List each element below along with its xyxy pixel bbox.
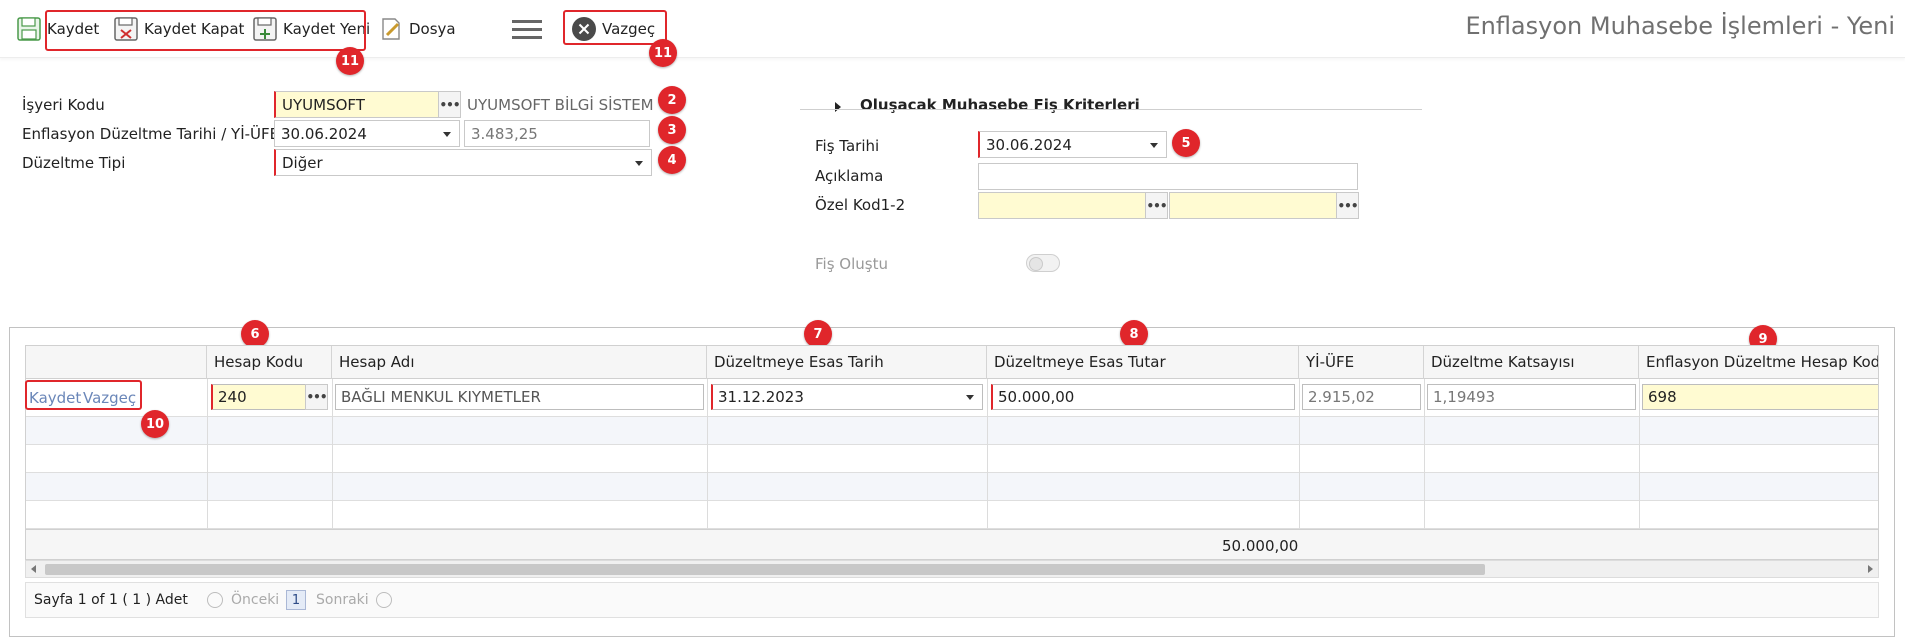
special-code-label: Özel Kod1-2 [815,196,906,214]
account-code-input[interactable]: 240 [211,384,306,410]
col-header-coefficient[interactable]: Düzeltme Katsayısı [1424,346,1639,379]
column-divider [332,379,333,529]
total-amount: 50.000,00 [1222,537,1299,555]
yiufe-input: 3.483,25 [464,120,650,147]
annotation-box-toolbar-save-group [45,10,366,51]
col-header-yiufe[interactable]: Yİ-ÜFE [1299,346,1424,379]
dropdown-arrow-icon [1150,143,1158,148]
correction-type-label: Düzeltme Tipi [22,154,126,172]
column-divider [707,379,708,529]
col-header-account-code[interactable]: Hesap Kodu [207,346,332,379]
scroll-left-icon[interactable] [31,565,36,573]
base-amount-input[interactable]: 50.000,00 [991,384,1295,410]
description-label: Açıklama [815,167,884,185]
dropdown-arrow-icon [443,132,451,137]
annotation-badge: 6 [241,320,269,348]
next-page-button[interactable]: Sonraki [316,592,369,608]
annotation-badge: 10 [141,410,169,438]
voucher-created-toggle[interactable] [1026,254,1060,272]
annotation-box-toolbar-cancel [563,10,667,45]
annotation-badge: 11 [649,39,677,67]
table-row [26,417,1878,445]
page-title: Enflasyon Muhasebe İşlemleri - Yeni [1465,12,1895,40]
table-row [26,501,1878,529]
annotation-badge: 3 [658,116,686,144]
base-date-value: 31.12.2023 [718,388,804,406]
special-code1-input[interactable] [978,192,1146,219]
hamburger-menu-icon[interactable] [512,18,542,40]
employer-code-label: İşyeri Kodu [22,96,105,114]
prev-page-button[interactable]: Önceki [231,592,279,608]
voucher-section-title: Oluşacak Muhasebe Fiş Kriterleri [860,96,1140,114]
correction-date-value: 30.06.2024 [281,125,367,143]
yiufe-cell-input: 2.915,02 [1302,384,1421,410]
file-button[interactable]: Dosya [378,14,456,44]
inflation-account-input[interactable]: 698 [1642,384,1878,410]
annotation-badge: 4 [658,146,686,174]
description-input[interactable] [978,163,1358,190]
voucher-created-label: Fiş Oluştu [815,255,888,273]
pager-info: Sayfa 1 of 1 ( 1 ) Adet [34,592,188,608]
grid-footer: 50.000,00 [26,529,1878,559]
col-header-account-name[interactable]: Hesap Adı [332,346,707,379]
annotation-badge: 7 [804,320,832,348]
page-number-button[interactable]: 1 [286,590,306,610]
scrollbar-thumb[interactable] [45,564,1485,575]
grid-header: Hesap Kodu Hesap Adı Düzeltmeye Esas Tar… [26,346,1878,379]
annotation-badge: 5 [1172,129,1200,157]
section-divider [800,109,1422,110]
next-page-icon[interactable] [376,592,392,608]
table-row [26,473,1878,501]
account-name-input: BAĞLI MENKUL KIYMETLER [335,384,704,410]
account-lookup-button[interactable]: ••• [305,384,328,410]
dropdown-arrow-icon [966,395,974,400]
col-header-actions [26,346,207,379]
col-header-base-amount[interactable]: Düzeltmeye Esas Tutar [987,346,1299,379]
annotation-badge: 2 [658,86,686,114]
correction-type-select[interactable]: Diğer [274,149,652,176]
employer-code-input[interactable]: UYUMSOFT [274,91,440,118]
horizontal-scrollbar[interactable] [25,560,1879,578]
col-header-inflation-account[interactable]: Enflasyon Düzeltme Hesap Kodu [1639,346,1878,379]
col-header-base-date[interactable]: Düzeltmeye Esas Tarih [707,346,987,379]
voucher-date-select[interactable]: 30.06.2024 [978,131,1167,158]
annotation-badge: 8 [1120,320,1148,348]
scroll-right-icon[interactable] [1868,565,1873,573]
column-divider [1424,379,1425,529]
column-divider [1639,379,1640,529]
column-divider [1299,379,1300,529]
correction-type-value: Diğer [282,154,323,172]
document-pencil-icon [382,18,400,40]
special-code1-lookup-button[interactable]: ••• [1145,192,1168,219]
data-grid: Hesap Kodu Hesap Adı Düzeltmeye Esas Tar… [25,345,1879,560]
correction-date-select[interactable]: 30.06.2024 [274,120,460,147]
column-divider [987,379,988,529]
dropdown-arrow-icon [635,161,643,166]
special-code2-lookup-button[interactable]: ••• [1336,192,1359,219]
employer-lookup-button[interactable]: ••• [438,91,461,118]
voucher-date-label: Fiş Tarihi [815,137,880,155]
annotation-box-row-actions [25,380,142,410]
base-date-select[interactable]: 31.12.2023 [711,384,983,410]
table-row [26,445,1878,473]
floppy-disk-icon [17,17,41,41]
voucher-date-value: 30.06.2024 [986,136,1072,154]
pager: Sayfa 1 of 1 ( 1 ) Adet Önceki 1 Sonraki [25,582,1879,618]
prev-page-icon[interactable] [207,592,223,608]
employer-name-text: UYUMSOFT BİLGİ SİSTEM [467,96,654,114]
annotation-badge: 11 [336,47,364,75]
file-label: Dosya [409,20,456,38]
special-code2-input[interactable] [1169,192,1337,219]
correction-date-label: Enflasyon Düzeltme Tarihi / Yİ-ÜFE [22,125,280,143]
coefficient-input: 1,19493 [1427,384,1636,410]
column-divider [207,379,208,529]
section-collapse-icon[interactable] [835,102,841,112]
